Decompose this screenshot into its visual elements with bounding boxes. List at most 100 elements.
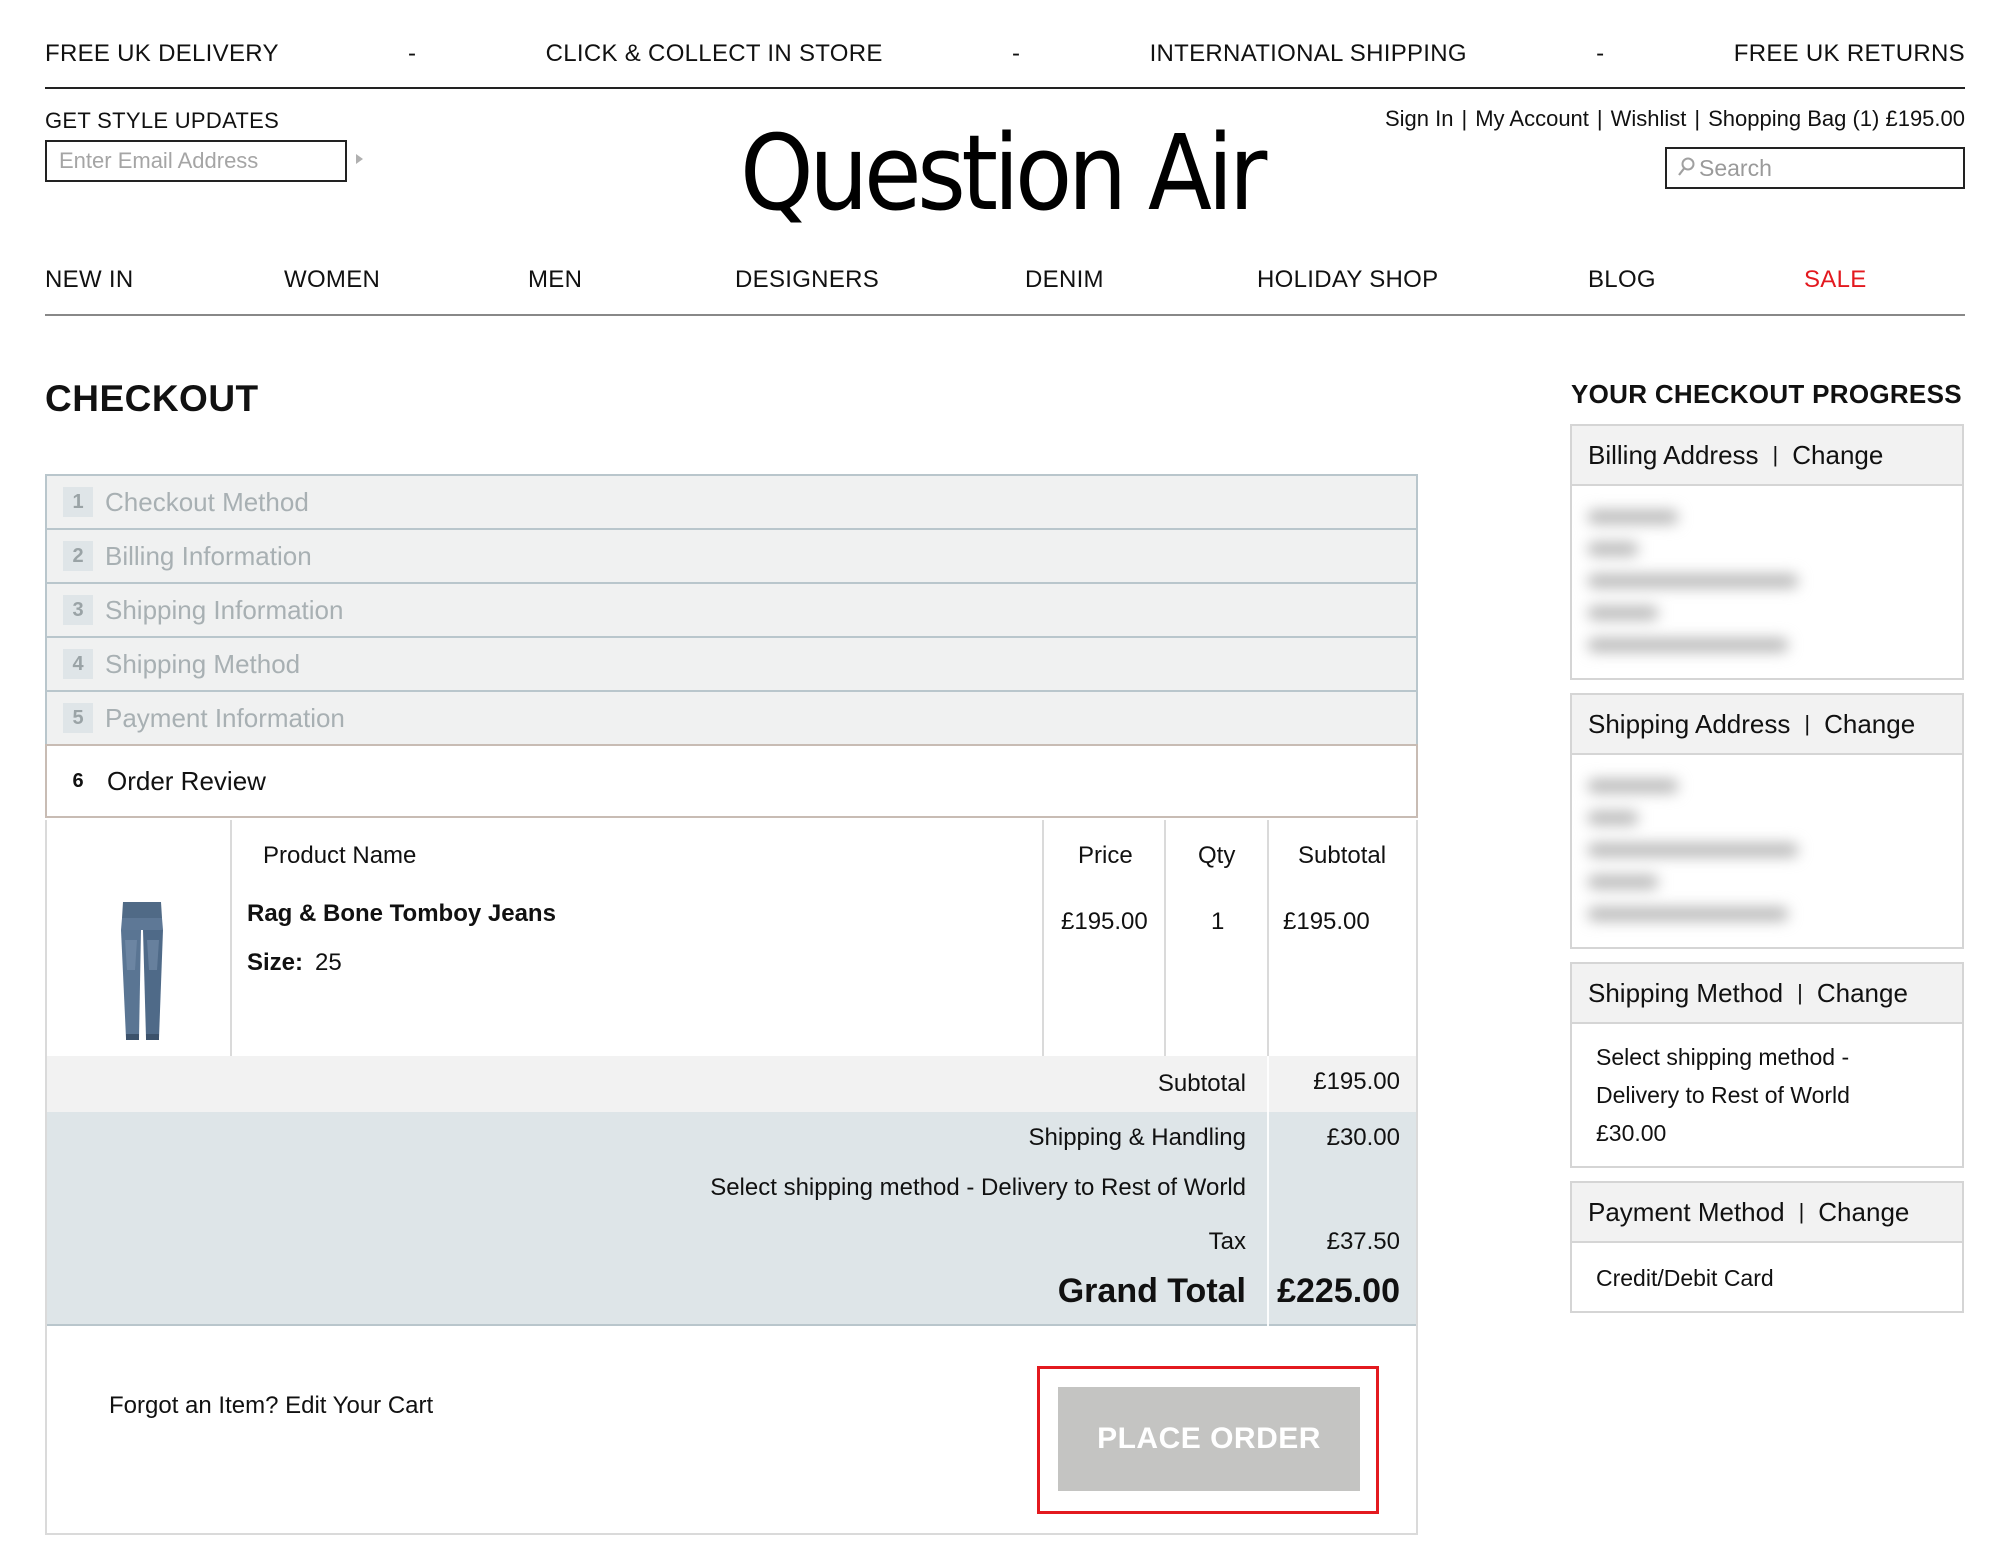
nav-blog[interactable]: BLOG	[1588, 266, 1656, 294]
nav-men[interactable]: MEN	[528, 266, 582, 294]
place-order-highlight: PLACE ORDER	[1037, 1366, 1379, 1514]
newsletter-email-input[interactable]	[45, 140, 347, 182]
account-links: Sign In | My Account | Wishlist | Shoppi…	[1385, 106, 1965, 132]
wishlist-link[interactable]: Wishlist	[1611, 106, 1687, 132]
step-label: Billing Information	[105, 540, 312, 571]
product-name: Rag & Bone Tomboy Jeans	[247, 900, 556, 927]
step-billing-information[interactable]: 2 Billing Information	[45, 528, 1418, 582]
nav-holiday-shop[interactable]: HOLIDAY SHOP	[1257, 266, 1438, 294]
change-shipping-address-link[interactable]: Change	[1824, 709, 1915, 740]
column-header-price: Price	[1078, 842, 1133, 869]
step-payment-information[interactable]: 5 Payment Information	[45, 690, 1418, 744]
step-number: 2	[63, 541, 93, 571]
payment-method-title: Payment Method	[1588, 1196, 1785, 1227]
step-label: Order Review	[107, 765, 266, 796]
account-separator: |	[1596, 106, 1603, 131]
tax-value: £37.50	[1326, 1228, 1400, 1255]
step-number: 4	[63, 649, 93, 679]
sign-in-link[interactable]: Sign In	[1385, 106, 1454, 132]
promo-international-shipping: INTERNATIONAL SHIPPING	[1149, 40, 1467, 67]
shopping-bag-link[interactable]: Shopping Bag (1) £195.00	[1708, 106, 1965, 132]
payment-method-value: Credit/Debit Card	[1596, 1265, 1774, 1291]
newsletter-label: GET STYLE UPDATES	[45, 108, 280, 133]
progress-shipping-address: Shipping Address | Change	[1570, 693, 1964, 949]
nav-new-in[interactable]: NEW IN	[45, 266, 133, 294]
newsletter-submit-arrow-icon[interactable]	[356, 154, 363, 164]
step-number: 1	[63, 487, 93, 517]
totals-block: Shipping & Handling £30.00 Select shippi…	[47, 1112, 1416, 1326]
promo-divider	[45, 87, 1965, 89]
progress-shipping-method: Shipping Method | Change Select shipping…	[1570, 962, 1964, 1168]
header-separator: |	[1797, 980, 1803, 1005]
product-image-jeans[interactable]	[115, 900, 169, 1044]
my-account-link[interactable]: My Account	[1475, 106, 1589, 132]
search-box[interactable]	[1665, 147, 1965, 189]
shipping-method-line: Select shipping method -	[1596, 1044, 1850, 1070]
shipping-address-body	[1572, 755, 1962, 949]
subtotal-row: Subtotal £195.00	[47, 1056, 1416, 1112]
nav-divider	[45, 314, 1965, 316]
promo-separator: -	[408, 40, 417, 67]
promo-bar: FREE UK DELIVERY - CLICK & COLLECT IN ST…	[45, 38, 1965, 70]
shipping-method-line: Delivery to Rest of World	[1596, 1082, 1850, 1108]
header-separator: |	[1772, 442, 1779, 467]
nav-women[interactable]: WOMEN	[284, 266, 380, 294]
item-qty: 1	[1211, 908, 1225, 935]
shipping-method-price: £30.00	[1596, 1120, 1667, 1146]
forgot-item-text: Forgot an Item?	[109, 1392, 279, 1419]
progress-header: Shipping Method | Change	[1572, 964, 1962, 1024]
change-payment-method-link[interactable]: Change	[1818, 1197, 1909, 1228]
promo-separator: -	[1596, 40, 1605, 67]
column-divider	[1267, 820, 1269, 1056]
header-separator: |	[1804, 711, 1811, 736]
grand-total-label: Grand Total	[1057, 1272, 1246, 1310]
edit-cart-link[interactable]: Edit Your Cart	[285, 1392, 433, 1419]
place-order-button[interactable]: PLACE ORDER	[1058, 1387, 1360, 1491]
nav-denim[interactable]: DENIM	[1025, 266, 1104, 294]
grand-total-value: £225.00	[1277, 1272, 1400, 1310]
step-checkout-method[interactable]: 1 Checkout Method	[45, 474, 1418, 528]
nav-designers[interactable]: DESIGNERS	[735, 266, 879, 294]
search-icon	[1677, 157, 1695, 179]
billing-address-title: Billing Address	[1588, 439, 1759, 470]
promo-free-delivery: FREE UK DELIVERY	[45, 40, 279, 67]
shipping-handling-value: £30.00	[1326, 1124, 1400, 1151]
item-subtotal: £195.00	[1283, 908, 1370, 935]
progress-header: Billing Address | Change	[1572, 426, 1962, 486]
column-divider	[1042, 820, 1044, 1056]
change-shipping-method-link[interactable]: Change	[1817, 978, 1908, 1009]
shipping-method-note: Select shipping method - Delivery to Res…	[710, 1174, 1246, 1201]
step-number: 3	[63, 595, 93, 625]
page-title: CHECKOUT	[45, 378, 259, 419]
step-label: Checkout Method	[105, 486, 309, 517]
shipping-address-title: Shipping Address	[1588, 708, 1791, 739]
step-shipping-method[interactable]: 4 Shipping Method	[45, 636, 1418, 690]
subtotal-value: £195.00	[1313, 1068, 1400, 1095]
account-separator: |	[1461, 106, 1468, 131]
nav-sale[interactable]: SALE	[1804, 266, 1867, 294]
step-number: 6	[72, 769, 84, 792]
step-number: 5	[63, 703, 93, 733]
forgot-item: Forgot an Item? Edit Your Cart	[109, 1392, 433, 1420]
progress-header: Payment Method | Change	[1572, 1183, 1962, 1243]
search-input[interactable]	[1699, 154, 1949, 182]
item-price: £195.00	[1061, 908, 1148, 935]
column-header-product: Product Name	[263, 842, 417, 869]
promo-separator: -	[1011, 40, 1021, 67]
header-separator: |	[1798, 1199, 1805, 1224]
column-header-subtotal: Subtotal	[1298, 842, 1387, 869]
order-review-panel: Product Name Price Qty Subtotal Rag & Bo…	[45, 820, 1418, 1535]
shipping-method-body: Select shipping method - Delivery to Res…	[1572, 1024, 1962, 1170]
step-shipping-information[interactable]: 3 Shipping Information	[45, 582, 1418, 636]
account-separator: |	[1694, 106, 1701, 131]
change-billing-link[interactable]: Change	[1792, 440, 1883, 471]
step-label: Shipping Information	[105, 594, 344, 625]
checkout-steps: 1 Checkout Method 2 Billing Information …	[45, 474, 1418, 818]
blurred-shipping-address	[1588, 769, 1818, 931]
column-header-qty: Qty	[1198, 842, 1236, 869]
checkout-progress-title: YOUR CHECKOUT PROGRESS	[1571, 379, 1962, 409]
column-divider	[230, 820, 232, 1056]
promo-click-collect: CLICK & COLLECT IN STORE	[545, 40, 883, 67]
brand-logo[interactable]: Question Air	[740, 118, 1267, 228]
progress-billing-address: Billing Address | Change	[1570, 424, 1964, 680]
